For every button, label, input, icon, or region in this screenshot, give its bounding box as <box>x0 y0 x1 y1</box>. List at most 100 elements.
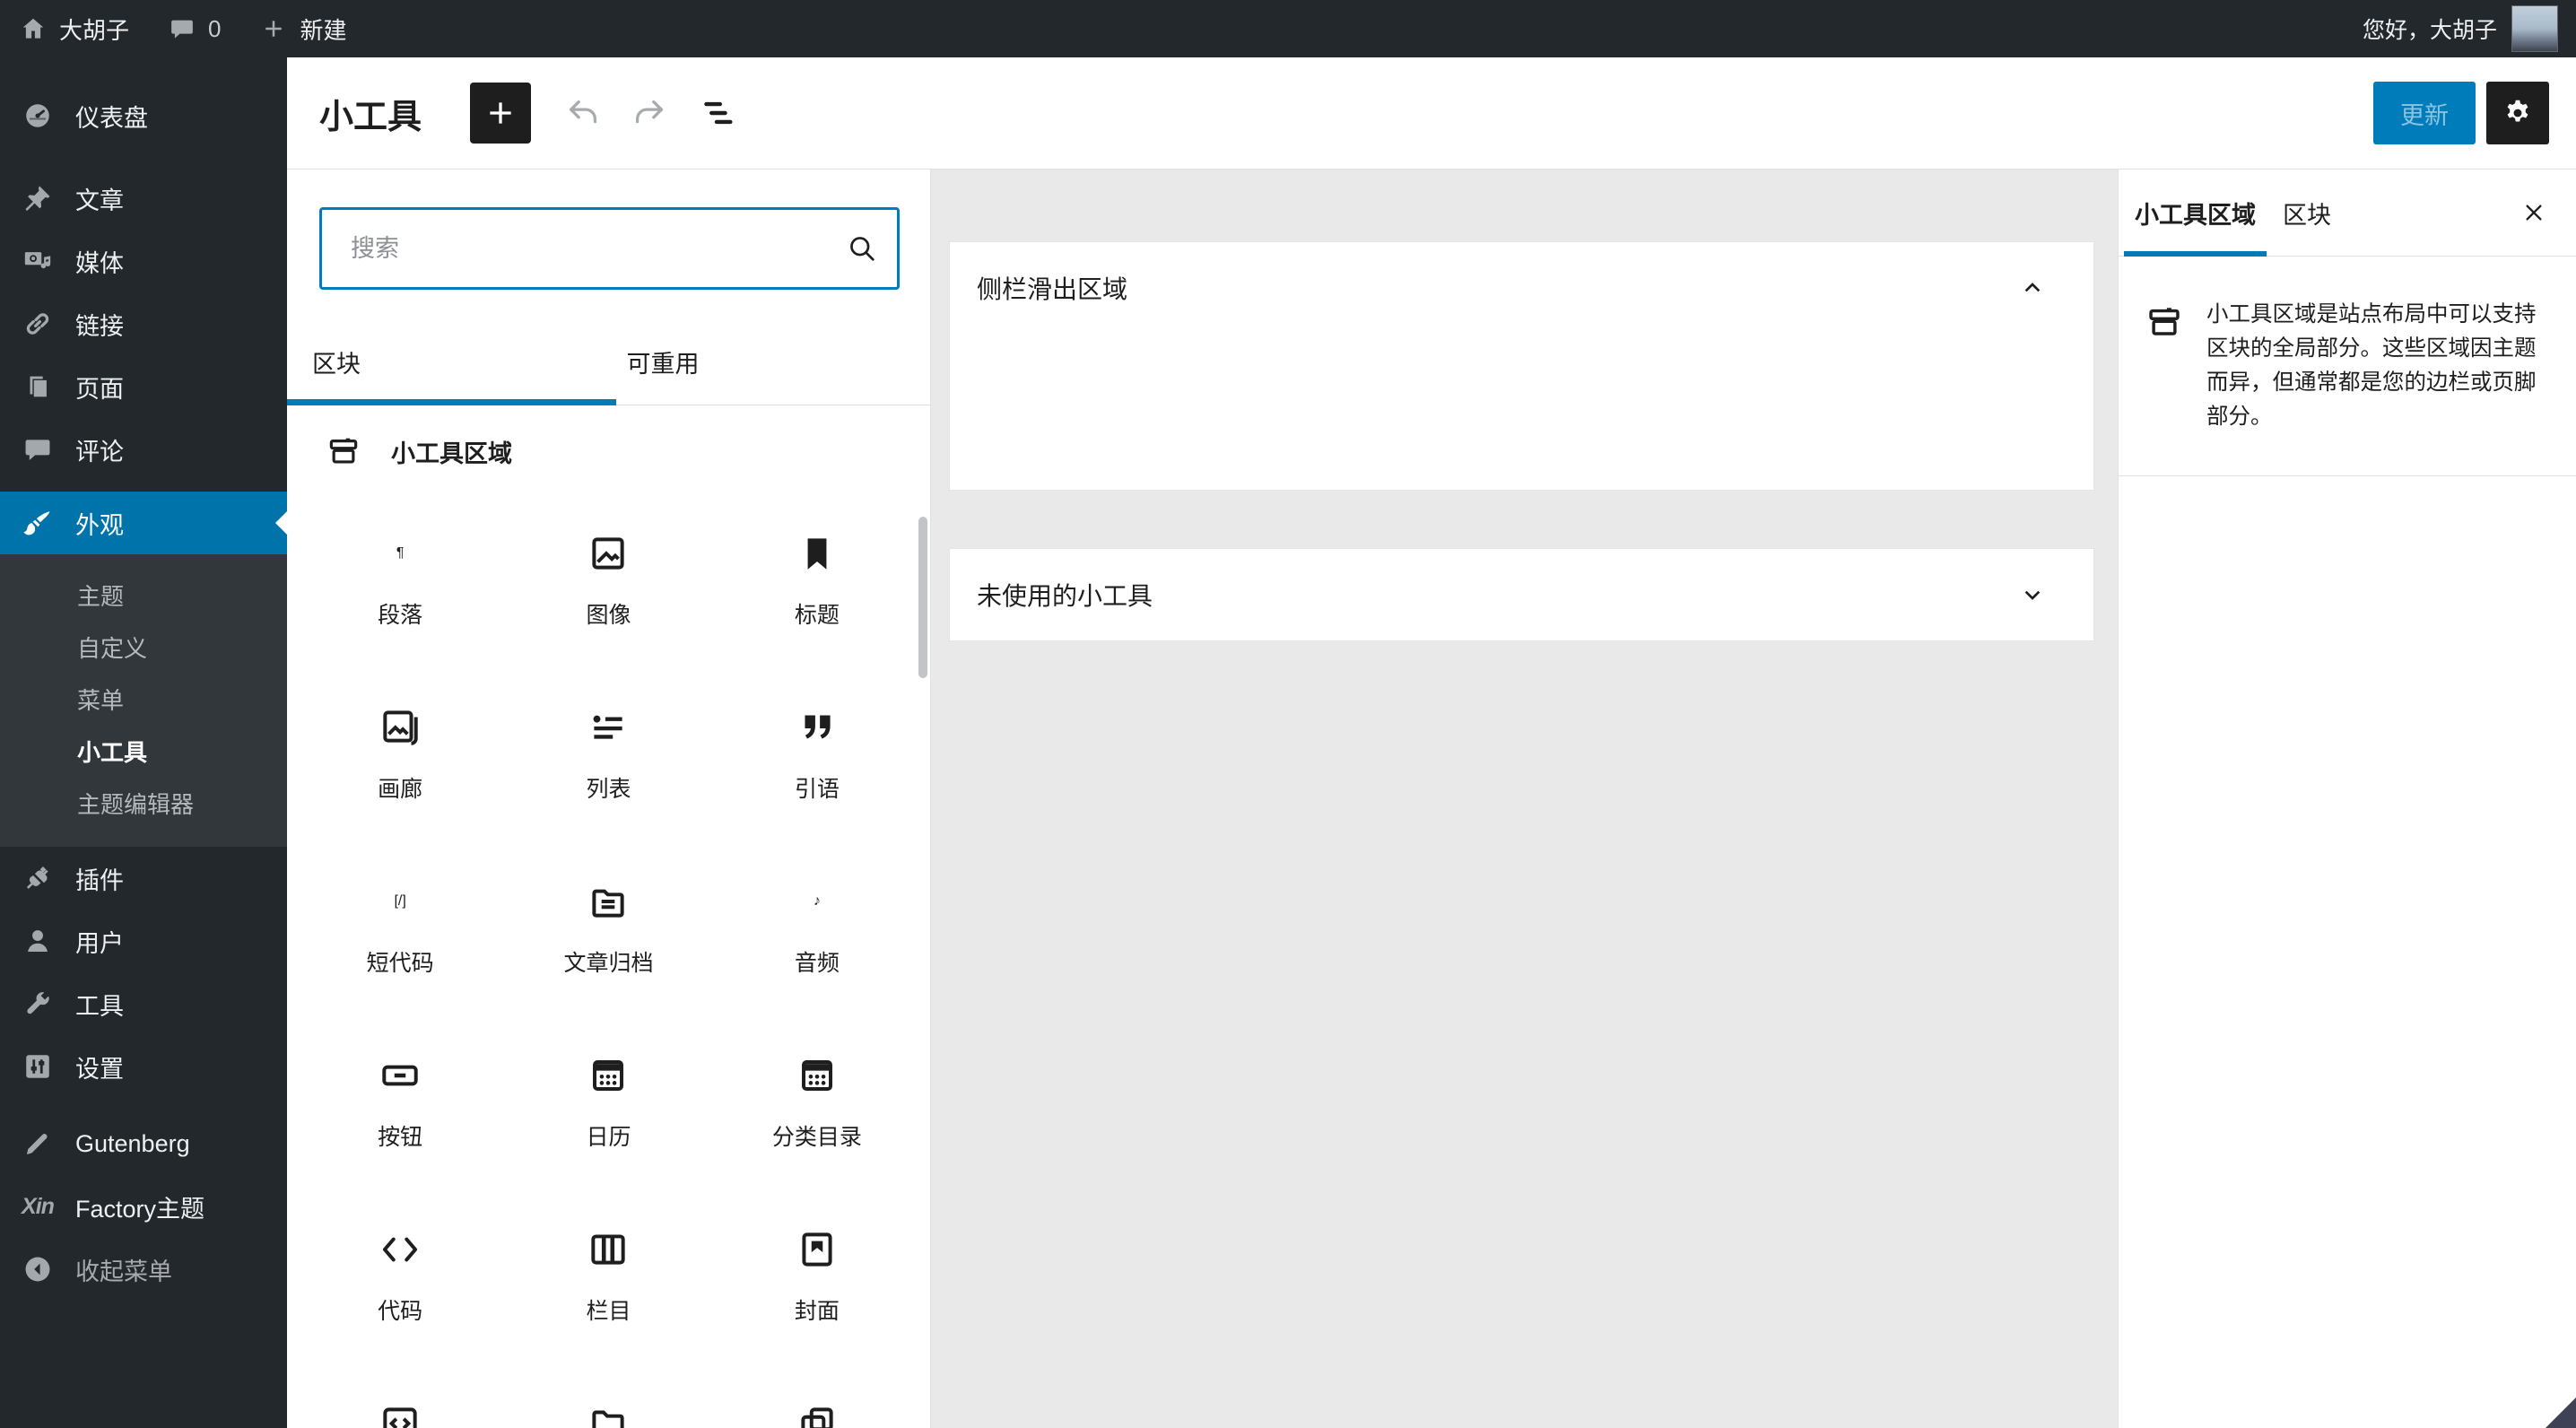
block-type-calendar[interactable]: 日历 <box>504 1014 712 1188</box>
admin-bar-comments[interactable]: 0 <box>149 0 240 57</box>
admin-bar-new[interactable]: 新建 <box>240 0 366 57</box>
sidebar-item-label: 评论 <box>75 438 124 466</box>
html-icon <box>378 1400 422 1428</box>
block-inserter-panel: 区块可重用 小工具区域 ¶ 段落 图像 标题画廊 列表 引语 [/] 短代码 文章归档 ♪ 音频按钮… <box>287 170 931 1428</box>
close-icon[interactable] <box>2513 192 2554 233</box>
group-icon <box>795 1400 840 1428</box>
appearance-submenu: 主题 自定义 菜单 小工具 主题编辑器 <box>0 554 287 847</box>
block-label: 引语 <box>794 776 840 802</box>
sidebar-item-users[interactable]: 用户 <box>0 910 287 972</box>
widget-area-panel-header[interactable]: 未使用的小工具 <box>950 549 2093 640</box>
block-type-heading[interactable]: 标题 <box>713 492 921 666</box>
sidebar-item-label: 仪表盘 <box>75 104 148 132</box>
scrollbar-thumb[interactable] <box>918 517 927 678</box>
block-type-group[interactable] <box>713 1362 921 1428</box>
submenu-item[interactable]: 主题 <box>0 569 287 621</box>
sidebar-item-link[interactable]: 链接 <box>0 292 287 355</box>
sidebar-tab[interactable]: 区块 <box>2272 170 2342 256</box>
new-label: 新建 <box>300 16 347 44</box>
block-type-list[interactable]: 列表 <box>504 666 712 840</box>
block-type-shortcode[interactable]: [/] 短代码 <box>296 840 504 1014</box>
redo-button[interactable] <box>628 91 671 135</box>
block-type-paragraph[interactable]: ¶ 段落 <box>296 492 504 666</box>
sidebar-item-pages[interactable]: 页面 <box>0 355 287 418</box>
site-name: 大胡子 <box>59 16 130 44</box>
admin-bar-account[interactable]: 您好，大胡子 <box>2363 5 2576 52</box>
sidebar-item-settings[interactable]: 设置 <box>0 1035 287 1098</box>
resize-handle <box>2546 1398 2576 1428</box>
plus-icon <box>260 15 287 42</box>
collapse-menu-button[interactable]: 收起菜单 <box>0 1238 287 1301</box>
submenu-item[interactable]: 主题编辑器 <box>0 777 287 829</box>
widget-area-panel-header[interactable]: 侧栏滑出区域 <box>950 242 2093 334</box>
appearance-icon <box>20 505 56 541</box>
comment-count: 0 <box>208 14 222 42</box>
archives-icon <box>586 878 631 925</box>
search-icon <box>846 232 878 265</box>
widget-area-panel: 侧栏滑出区域 <box>949 241 2094 491</box>
sidebar-item-comment[interactable]: 评论 <box>0 418 287 481</box>
block-type-columns[interactable]: 栏目 <box>504 1188 712 1362</box>
submenu-item[interactable]: 小工具 <box>0 725 287 777</box>
file-icon <box>586 1400 631 1428</box>
block-type-cover[interactable]: 封面 <box>713 1188 921 1362</box>
block-type-file[interactable] <box>504 1362 712 1428</box>
sidebar-item-tools[interactable]: 工具 <box>0 972 287 1035</box>
editor-body: 区块可重用 小工具区域 ¶ 段落 图像 标题画廊 列表 引语 [/] 短代码 文章归档 ♪ 音频按钮… <box>287 170 2576 1428</box>
sidebar-item-appearance[interactable]: 外观 <box>0 492 287 554</box>
wp-widgets-editor: 大胡子 0 新建 您好，大胡子 仪表盘 文章 媒体 链接 页面 评论 外观 主题 自定义 菜单 小工… <box>0 0 2576 1428</box>
inserter-tab[interactable]: 可重用 <box>616 318 931 405</box>
sidebar-item-media[interactable]: 媒体 <box>0 230 287 292</box>
chevron-up-icon <box>2018 274 2047 302</box>
sidebar-item-label: 外观 <box>75 511 124 539</box>
link-icon <box>20 306 56 342</box>
editor-header: 小工具 更新 <box>287 57 2576 170</box>
block-label: 音频 <box>794 950 840 976</box>
update-button[interactable]: 更新 <box>2373 82 2476 144</box>
add-block-button[interactable] <box>470 83 532 144</box>
block-type-html[interactable] <box>296 1362 504 1428</box>
sidebar-item-pencil[interactable]: Gutenberg <box>0 1112 287 1175</box>
paragraph-icon: ¶ <box>396 544 405 561</box>
submenu-item[interactable]: 菜单 <box>0 673 287 725</box>
comment-bubble-icon <box>169 15 196 42</box>
pages-icon <box>20 369 56 405</box>
inserter-tab[interactable]: 区块 <box>287 318 616 405</box>
plus-icon <box>483 95 518 131</box>
undo-button[interactable] <box>561 91 605 135</box>
list-view-button[interactable] <box>694 91 737 135</box>
xin-icon: Xin <box>22 1193 55 1219</box>
block-label: 图像 <box>586 602 631 628</box>
comment-icon <box>20 431 56 467</box>
users-icon <box>20 923 56 959</box>
sidebar-item-label: 页面 <box>75 375 124 403</box>
settings-toggle-button[interactable] <box>2486 82 2549 144</box>
block-type-gallery[interactable]: 画廊 <box>296 666 504 840</box>
block-type-categories[interactable]: 分类目录 <box>713 1014 921 1188</box>
editor-canvas: 侧栏滑出区域 未使用的小工具 <box>931 170 2118 1428</box>
block-type-archives[interactable]: 文章归档 <box>504 840 712 1014</box>
submenu-item[interactable]: 自定义 <box>0 621 287 673</box>
heading-icon <box>795 530 840 577</box>
description-text: 小工具区域是站点布局中可以支持区块的全局部分。这些区域因主题而异，但通常都是您的… <box>2206 302 2537 429</box>
block-type-code[interactable]: 代码 <box>296 1188 504 1362</box>
collapse-icon <box>20 1251 56 1287</box>
sidebar-item-plugin[interactable]: 插件 <box>0 847 287 910</box>
sidebar-tab[interactable]: 小工具区域 <box>2124 170 2267 257</box>
sidebar-item-dashboard[interactable]: 仪表盘 <box>0 84 287 147</box>
sidebar-item-xin[interactable]: Xin Factory主题 <box>0 1175 287 1238</box>
block-type-button[interactable]: 按钮 <box>296 1014 504 1188</box>
admin-bar-site-menu[interactable]: 大胡子 <box>0 0 149 57</box>
code-icon <box>378 1226 422 1273</box>
block-type-audio[interactable]: ♪ 音频 <box>713 840 921 1014</box>
sidebar-item-pushpin[interactable]: 文章 <box>0 167 287 230</box>
search-input[interactable] <box>319 207 900 290</box>
sidebar-item-label: 链接 <box>75 312 124 340</box>
block-label: 代码 <box>378 1298 423 1324</box>
block-type-quote[interactable]: 引语 <box>713 666 921 840</box>
block-type-image[interactable]: 图像 <box>504 492 712 666</box>
audio-icon: ♪ <box>813 892 821 909</box>
block-label: 封面 <box>794 1298 840 1324</box>
categories-icon <box>795 1052 840 1099</box>
avatar <box>2511 5 2558 52</box>
